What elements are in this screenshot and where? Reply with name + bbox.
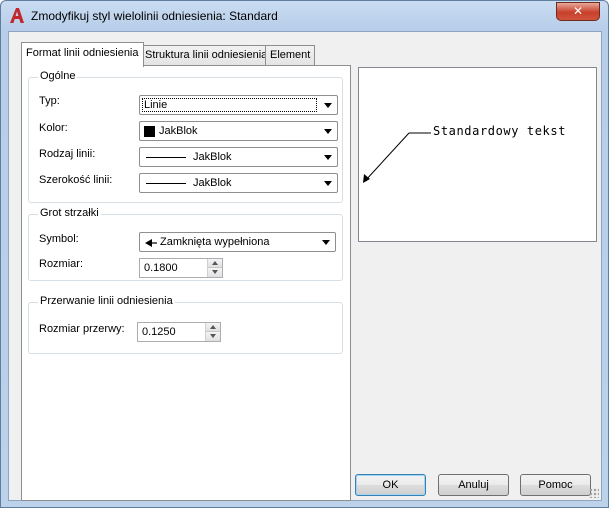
line-sample [146, 183, 186, 184]
group-title: Grot strzałki [38, 207, 101, 219]
tab-label: Struktura linii odniesienia [145, 49, 268, 61]
preview-text: Standardowy tekst [433, 124, 567, 138]
spin-up-button[interactable] [208, 259, 222, 268]
arrow-size-label: Rozmiar: [39, 258, 84, 270]
lineweight-value: JakBlok [193, 177, 232, 189]
gap-size-value: 0.1250 [142, 326, 176, 338]
arrow-size-value: 0.1800 [144, 262, 178, 274]
gap-size-label: Rozmiar przerwy: [39, 323, 125, 335]
tab-leader-format[interactable]: Format linii odniesienia [21, 42, 144, 67]
symbol-dropdown[interactable]: Zamknięta wypełniona [139, 232, 336, 252]
preview-pane: Standardowy tekst [358, 67, 597, 242]
help-button[interactable]: Pomoc [520, 474, 591, 496]
chevron-down-icon [324, 129, 332, 134]
linetype-value: JakBlok [193, 151, 232, 163]
symbol-value: Zamknięta wypełniona [160, 236, 270, 248]
linetype-label: Rodzaj linii: [39, 148, 96, 160]
spin-down-button[interactable] [206, 332, 220, 341]
group-title: Ogólne [38, 70, 78, 82]
leader-preview-drawing [363, 132, 431, 183]
group-title: Przerwanie linii odniesienia [38, 295, 175, 307]
chevron-down-icon [324, 155, 332, 160]
arrowhead-group: Grot strzałki Symbol: Zamknięta wypełnio… [28, 207, 343, 281]
type-dropdown[interactable]: Linie [139, 95, 338, 115]
resize-grip[interactable] [589, 488, 599, 498]
chevron-down-icon [322, 240, 330, 245]
tab-label: Format linii odniesienia [26, 47, 139, 59]
ok-button[interactable]: OK [355, 474, 426, 496]
spin-up-button[interactable] [206, 323, 220, 332]
close-icon: ✕ [572, 4, 584, 18]
title-bar[interactable]: Zmodyfikuj styl wielolinii odniesienia: … [1, 1, 608, 31]
arrow-size-spinner[interactable]: 0.1800 [139, 258, 223, 278]
linetype-dropdown[interactable]: JakBlok [139, 147, 338, 167]
focus-rectangle [142, 98, 317, 112]
symbol-label: Symbol: [39, 233, 79, 245]
color-dropdown[interactable]: JakBlok [139, 121, 338, 141]
color-value: JakBlok [159, 125, 198, 137]
general-group: Ogólne Typ: Linie Kolor: JakBlok Rodzaj … [28, 70, 343, 203]
line-sample [146, 157, 186, 158]
tab-label: Element [270, 49, 311, 61]
tab-leader-structure[interactable]: Struktura linii odniesienia [140, 45, 273, 66]
close-button[interactable]: ✕ [556, 2, 600, 21]
dialog-window: Zmodyfikuj styl wielolinii odniesienia: … [0, 0, 609, 508]
tab-content[interactable]: Element [265, 45, 316, 66]
chevron-down-icon [324, 103, 332, 108]
lineweight-dropdown[interactable]: JakBlok [139, 173, 338, 193]
closed-filled-arrow-icon [145, 239, 157, 247]
color-label: Kolor: [39, 122, 68, 134]
type-label: Typ: [39, 95, 60, 107]
lineweight-label: Szerokość linii: [39, 174, 113, 186]
tab-panel: Ogólne Typ: Linie Kolor: JakBlok Rodzaj … [21, 65, 351, 501]
type-value: Linie [144, 99, 168, 111]
spinner-buttons [205, 323, 220, 341]
gap-size-spinner[interactable]: 0.1250 [137, 322, 221, 342]
spinner-buttons [207, 259, 222, 277]
cancel-button[interactable]: Anuluj [438, 474, 509, 496]
leader-break-group: Przerwanie linii odniesienia Rozmiar prz… [28, 295, 343, 354]
chevron-down-icon [324, 181, 332, 186]
leader-arrowhead [363, 174, 370, 183]
spin-down-button[interactable] [208, 268, 222, 277]
window-title: Zmodyfikuj styl wielolinii odniesienia: … [31, 9, 278, 23]
autocad-icon [10, 8, 24, 23]
color-swatch [144, 126, 155, 137]
dialog-client: Format linii odniesienia Struktura linii… [8, 31, 602, 501]
